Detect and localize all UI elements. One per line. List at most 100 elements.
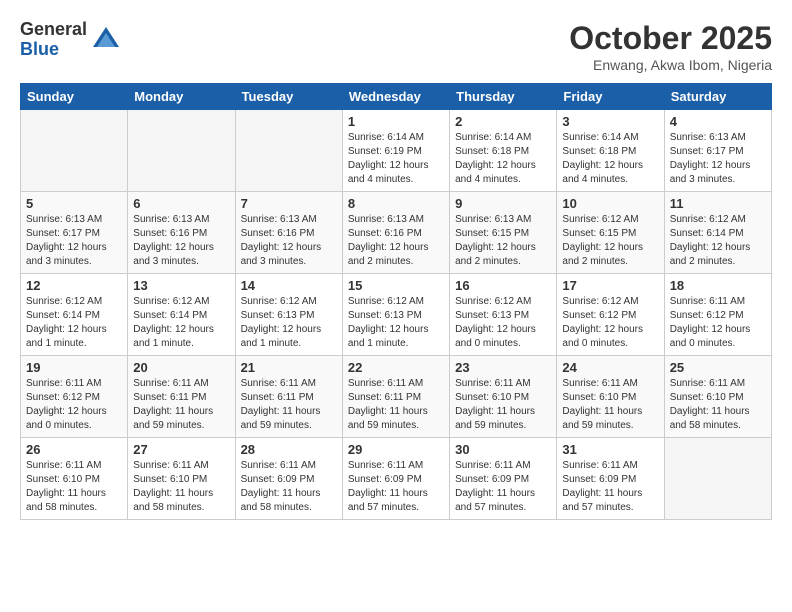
day-number: 4	[670, 114, 766, 129]
day-info: Sunrise: 6:13 AM Sunset: 6:17 PM Dayligh…	[26, 213, 122, 269]
logo-general: General	[20, 20, 87, 40]
calendar-cell: 13Sunrise: 6:12 AM Sunset: 6:14 PM Dayli…	[128, 274, 235, 356]
day-number: 2	[455, 114, 551, 129]
day-info: Sunrise: 6:13 AM Sunset: 6:17 PM Dayligh…	[670, 131, 766, 187]
weekday-header: Sunday	[21, 84, 128, 110]
day-info: Sunrise: 6:12 AM Sunset: 6:15 PM Dayligh…	[562, 213, 658, 269]
day-info: Sunrise: 6:11 AM Sunset: 6:11 PM Dayligh…	[241, 377, 337, 433]
day-info: Sunrise: 6:14 AM Sunset: 6:18 PM Dayligh…	[562, 131, 658, 187]
day-info: Sunrise: 6:11 AM Sunset: 6:10 PM Dayligh…	[455, 377, 551, 433]
day-info: Sunrise: 6:11 AM Sunset: 6:10 PM Dayligh…	[670, 377, 766, 433]
calendar-cell: 12Sunrise: 6:12 AM Sunset: 6:14 PM Dayli…	[21, 274, 128, 356]
calendar-cell: 15 Sunrise: 6:12 AM Sunset: 6:13 PM Dayli…	[342, 274, 449, 356]
calendar-cell	[235, 110, 342, 192]
day-info: Sunrise: 6:14 AM Sunset: 6:18 PM Dayligh…	[455, 131, 551, 187]
calendar-cell: 14 Sunrise: 6:12 AM Sunset: 6:13 PM Dayli…	[235, 274, 342, 356]
calendar-cell: 5 Sunrise: 6:13 AM Sunset: 6:17 PM Daylig…	[21, 192, 128, 274]
day-number: 19	[26, 360, 122, 375]
calendar-cell: 24 Sunrise: 6:11 AM Sunset: 6:10 PM Dayli…	[557, 356, 664, 438]
day-info: Sunrise: 6:12 AM Sunset: 6:13 PM Dayligh…	[348, 295, 444, 351]
calendar-cell: 9 Sunrise: 6:13 AM Sunset: 6:15 PM Daylig…	[450, 192, 557, 274]
calendar-cell: 11 Sunrise: 6:12 AM Sunset: 6:14 PM Dayli…	[664, 192, 771, 274]
calendar-cell: 23 Sunrise: 6:11 AM Sunset: 6:10 PM Dayli…	[450, 356, 557, 438]
day-number: 10	[562, 196, 658, 211]
day-info: Sunrise: 6:12 AM Sunset: 6:14 PM Dayligh…	[670, 213, 766, 269]
calendar-cell: 20 Sunrise: 6:11 AM Sunset: 6:11 PM Dayli…	[128, 356, 235, 438]
calendar-cell: 18 Sunrise: 6:11 AM Sunset: 6:12 PM Dayli…	[664, 274, 771, 356]
calendar-week-row: 1Sunrise: 6:14 AM Sunset: 6:19 PM Daylig…	[21, 110, 772, 192]
day-number: 7	[241, 196, 337, 211]
calendar-cell	[21, 110, 128, 192]
logo-icon	[91, 25, 121, 55]
day-number: 25	[670, 360, 766, 375]
calendar-week-row: 26Sunrise: 6:11 AM Sunset: 6:10 PM Dayli…	[21, 438, 772, 520]
calendar-cell: 27 Sunrise: 6:11 AM Sunset: 6:10 PM Dayli…	[128, 438, 235, 520]
calendar-cell: 26Sunrise: 6:11 AM Sunset: 6:10 PM Dayli…	[21, 438, 128, 520]
page-header: General Blue October 2025 Enwang, Akwa I…	[20, 20, 772, 73]
day-number: 22	[348, 360, 444, 375]
day-info: Sunrise: 6:12 AM Sunset: 6:12 PM Dayligh…	[562, 295, 658, 351]
day-info: Sunrise: 6:11 AM Sunset: 6:12 PM Dayligh…	[670, 295, 766, 351]
day-info: Sunrise: 6:11 AM Sunset: 6:09 PM Dayligh…	[455, 459, 551, 515]
day-number: 1	[348, 114, 444, 129]
day-number: 8	[348, 196, 444, 211]
calendar-cell	[128, 110, 235, 192]
day-number: 24	[562, 360, 658, 375]
calendar-cell: 17 Sunrise: 6:12 AM Sunset: 6:12 PM Dayli…	[557, 274, 664, 356]
calendar-week-row: 5 Sunrise: 6:13 AM Sunset: 6:17 PM Daylig…	[21, 192, 772, 274]
calendar-cell: 10 Sunrise: 6:12 AM Sunset: 6:15 PM Dayli…	[557, 192, 664, 274]
day-number: 20	[133, 360, 229, 375]
calendar: SundayMondayTuesdayWednesdayThursdayFrid…	[20, 83, 772, 520]
day-info: Sunrise: 6:13 AM Sunset: 6:16 PM Dayligh…	[241, 213, 337, 269]
day-info: Sunrise: 6:11 AM Sunset: 6:11 PM Dayligh…	[348, 377, 444, 433]
day-info: Sunrise: 6:12 AM Sunset: 6:14 PM Dayligh…	[26, 295, 122, 351]
calendar-cell: 19 Sunrise: 6:11 AM Sunset: 6:12 PM Dayli…	[21, 356, 128, 438]
calendar-cell: 4 Sunrise: 6:13 AM Sunset: 6:17 PM Daylig…	[664, 110, 771, 192]
day-info: Sunrise: 6:11 AM Sunset: 6:10 PM Dayligh…	[562, 377, 658, 433]
calendar-cell: 1Sunrise: 6:14 AM Sunset: 6:19 PM Daylig…	[342, 110, 449, 192]
day-info: Sunrise: 6:12 AM Sunset: 6:14 PM Dayligh…	[133, 295, 229, 351]
day-number: 16	[455, 278, 551, 293]
calendar-cell: 28Sunrise: 6:11 AM Sunset: 6:09 PM Dayli…	[235, 438, 342, 520]
title-section: October 2025 Enwang, Akwa Ibom, Nigeria	[569, 20, 772, 73]
logo-blue: Blue	[20, 40, 87, 60]
calendar-cell: 16 Sunrise: 6:12 AM Sunset: 6:13 PM Dayli…	[450, 274, 557, 356]
day-info: Sunrise: 6:12 AM Sunset: 6:13 PM Dayligh…	[241, 295, 337, 351]
calendar-cell: 29Sunrise: 6:11 AM Sunset: 6:09 PM Dayli…	[342, 438, 449, 520]
logo: General Blue	[20, 20, 121, 60]
day-number: 5	[26, 196, 122, 211]
calendar-cell: 8Sunrise: 6:13 AM Sunset: 6:16 PM Daylig…	[342, 192, 449, 274]
day-number: 18	[670, 278, 766, 293]
day-number: 31	[562, 442, 658, 457]
day-info: Sunrise: 6:11 AM Sunset: 6:11 PM Dayligh…	[133, 377, 229, 433]
day-number: 3	[562, 114, 658, 129]
calendar-cell: 22 Sunrise: 6:11 AM Sunset: 6:11 PM Dayli…	[342, 356, 449, 438]
calendar-cell: 2 Sunrise: 6:14 AM Sunset: 6:18 PM Daylig…	[450, 110, 557, 192]
day-number: 6	[133, 196, 229, 211]
day-number: 21	[241, 360, 337, 375]
day-info: Sunrise: 6:11 AM Sunset: 6:09 PM Dayligh…	[562, 459, 658, 515]
weekday-header: Friday	[557, 84, 664, 110]
month-title: October 2025	[569, 20, 772, 57]
calendar-cell: 30Sunrise: 6:11 AM Sunset: 6:09 PM Dayli…	[450, 438, 557, 520]
weekday-header: Thursday	[450, 84, 557, 110]
calendar-cell: 21 Sunrise: 6:11 AM Sunset: 6:11 PM Dayli…	[235, 356, 342, 438]
calendar-cell	[664, 438, 771, 520]
day-number: 23	[455, 360, 551, 375]
day-info: Sunrise: 6:13 AM Sunset: 6:15 PM Dayligh…	[455, 213, 551, 269]
day-number: 9	[455, 196, 551, 211]
weekday-header-row: SundayMondayTuesdayWednesdayThursdayFrid…	[21, 84, 772, 110]
day-info: Sunrise: 6:11 AM Sunset: 6:12 PM Dayligh…	[26, 377, 122, 433]
day-info: Sunrise: 6:11 AM Sunset: 6:10 PM Dayligh…	[133, 459, 229, 515]
calendar-cell: 6Sunrise: 6:13 AM Sunset: 6:16 PM Daylig…	[128, 192, 235, 274]
day-info: Sunrise: 6:11 AM Sunset: 6:10 PM Dayligh…	[26, 459, 122, 515]
day-info: Sunrise: 6:12 AM Sunset: 6:13 PM Dayligh…	[455, 295, 551, 351]
day-number: 14	[241, 278, 337, 293]
day-number: 17	[562, 278, 658, 293]
day-info: Sunrise: 6:11 AM Sunset: 6:09 PM Dayligh…	[241, 459, 337, 515]
day-number: 11	[670, 196, 766, 211]
day-number: 15	[348, 278, 444, 293]
location: Enwang, Akwa Ibom, Nigeria	[569, 57, 772, 73]
calendar-cell: 25 Sunrise: 6:11 AM Sunset: 6:10 PM Dayli…	[664, 356, 771, 438]
day-number: 27	[133, 442, 229, 457]
